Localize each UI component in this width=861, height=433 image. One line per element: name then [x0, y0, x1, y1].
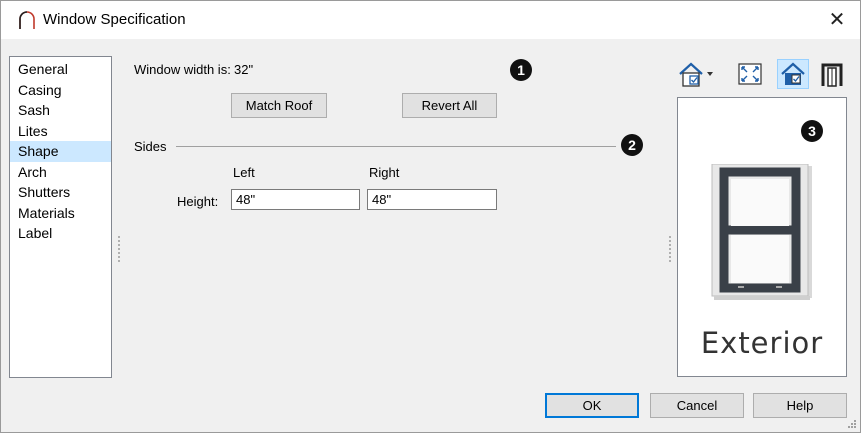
sides-separator [176, 146, 616, 147]
left-splitter[interactable] [118, 236, 120, 262]
sidebar-item-arch[interactable]: Arch [10, 162, 111, 183]
fill-window-icon [738, 63, 762, 85]
help-button[interactable]: Help [753, 393, 847, 418]
interior-exterior-button[interactable] [819, 59, 847, 89]
right-column-label: Right [369, 165, 400, 180]
sidebar-item-sash[interactable]: Sash [10, 100, 111, 121]
sidebar-item-shape[interactable]: Shape [10, 141, 111, 162]
right-height-input[interactable] [367, 189, 497, 210]
height-label: Height: [177, 194, 219, 209]
category-list[interactable]: General Casing Sash Lites Shape Arch Shu… [9, 56, 112, 378]
view-options-button[interactable] [677, 59, 717, 89]
close-button[interactable]: ✕ [820, 5, 854, 35]
color-toggle-icon [781, 62, 805, 85]
callout-2: 2 [621, 134, 643, 156]
revert-all-button[interactable]: Revert All [402, 93, 497, 118]
left-height-input[interactable] [231, 189, 360, 210]
sidebar-item-label[interactable]: Label [10, 223, 111, 244]
sidebar-item-shutters[interactable]: Shutters [10, 182, 111, 203]
sidebar-item-materials[interactable]: Materials [10, 203, 111, 224]
color-toggle-button[interactable] [777, 59, 809, 89]
right-splitter[interactable] [669, 236, 671, 262]
left-column-label: Left [233, 165, 255, 180]
callout-3: 3 [801, 120, 823, 142]
cancel-button[interactable]: Cancel [650, 393, 744, 418]
window-preview-image [711, 164, 812, 300]
match-roof-button[interactable]: Match Roof [231, 93, 327, 118]
callout-1: 1 [510, 59, 532, 81]
view-options-icon [679, 62, 713, 87]
resize-grip-icon[interactable] [847, 419, 857, 429]
fill-window-button[interactable] [735, 59, 765, 89]
interior-exterior-icon [821, 63, 843, 87]
window-width-value: 32" [234, 62, 254, 77]
sidebar-item-lites[interactable]: Lites [10, 121, 111, 142]
preview-pane[interactable]: 3 Exterior [677, 97, 847, 377]
sides-group-label: Sides [134, 139, 167, 154]
title-bar: Window Specification ✕ [1, 1, 860, 39]
dialog-window: Window Specification ✕ General Casing Sa… [0, 0, 861, 433]
sidebar-item-casing[interactable]: Casing [10, 80, 111, 101]
sidebar-item-general[interactable]: General [10, 59, 111, 80]
window-arch-icon [19, 11, 35, 29]
window-width-label: Window width is: [134, 62, 231, 77]
preview-caption: Exterior [700, 326, 824, 360]
ok-button[interactable]: OK [545, 393, 639, 418]
dialog-title: Window Specification [43, 11, 186, 28]
